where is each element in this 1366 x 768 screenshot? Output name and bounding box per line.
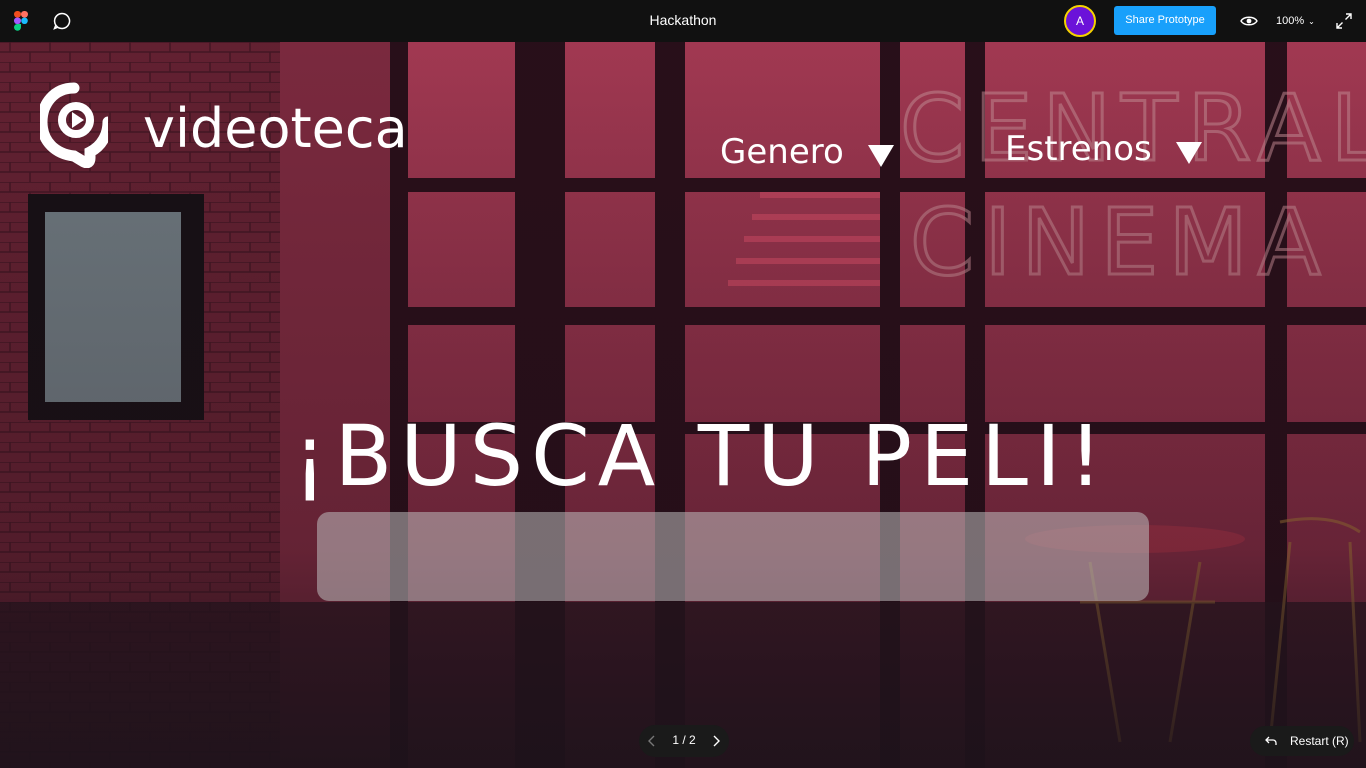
prototype-frame: CENTRAL CINEMA videoteca Genero Estrenos…	[0, 42, 1366, 768]
file-title: Hackathon	[649, 12, 717, 28]
figma-logo-icon[interactable]	[14, 11, 28, 31]
triangle-down-icon	[867, 145, 894, 167]
share-prototype-button[interactable]: Share Prototype	[1114, 6, 1216, 35]
chevron-left-icon[interactable]	[645, 733, 659, 749]
figma-toolbar: Hackathon A Share Prototype 100% ⌄	[0, 0, 1366, 42]
page-indicator: 1 / 2	[672, 733, 696, 747]
fullscreen-icon[interactable]	[1336, 13, 1352, 29]
user-avatar[interactable]: A	[1064, 5, 1096, 37]
videoteca-logo-icon	[40, 82, 108, 168]
restart-label: Restart (R)	[1290, 734, 1349, 748]
brand-name: videoteca	[143, 97, 408, 160]
comment-icon[interactable]	[52, 11, 72, 31]
chevron-right-icon[interactable]	[709, 733, 723, 749]
nav-genero-label: Genero	[720, 132, 844, 172]
frame-pager: 1 / 2	[639, 725, 729, 757]
nav-genero-dropdown[interactable]: Genero	[720, 132, 894, 172]
zoom-dropdown[interactable]: 100% ⌄	[1276, 15, 1315, 27]
search-input[interactable]	[317, 512, 1149, 601]
eye-icon[interactable]	[1240, 13, 1258, 29]
nav-estrenos-dropdown[interactable]: Estrenos	[1005, 129, 1202, 169]
chevron-down-icon: ⌄	[1308, 17, 1315, 26]
restart-button[interactable]: Restart (R)	[1250, 726, 1354, 756]
triangle-down-icon	[1175, 142, 1202, 164]
nav-estrenos-label: Estrenos	[1005, 129, 1152, 169]
hero-headline: ¡BUSCA TU PELI!	[293, 407, 1111, 505]
undo-arrow-icon	[1265, 736, 1277, 745]
zoom-level: 100%	[1276, 15, 1305, 27]
